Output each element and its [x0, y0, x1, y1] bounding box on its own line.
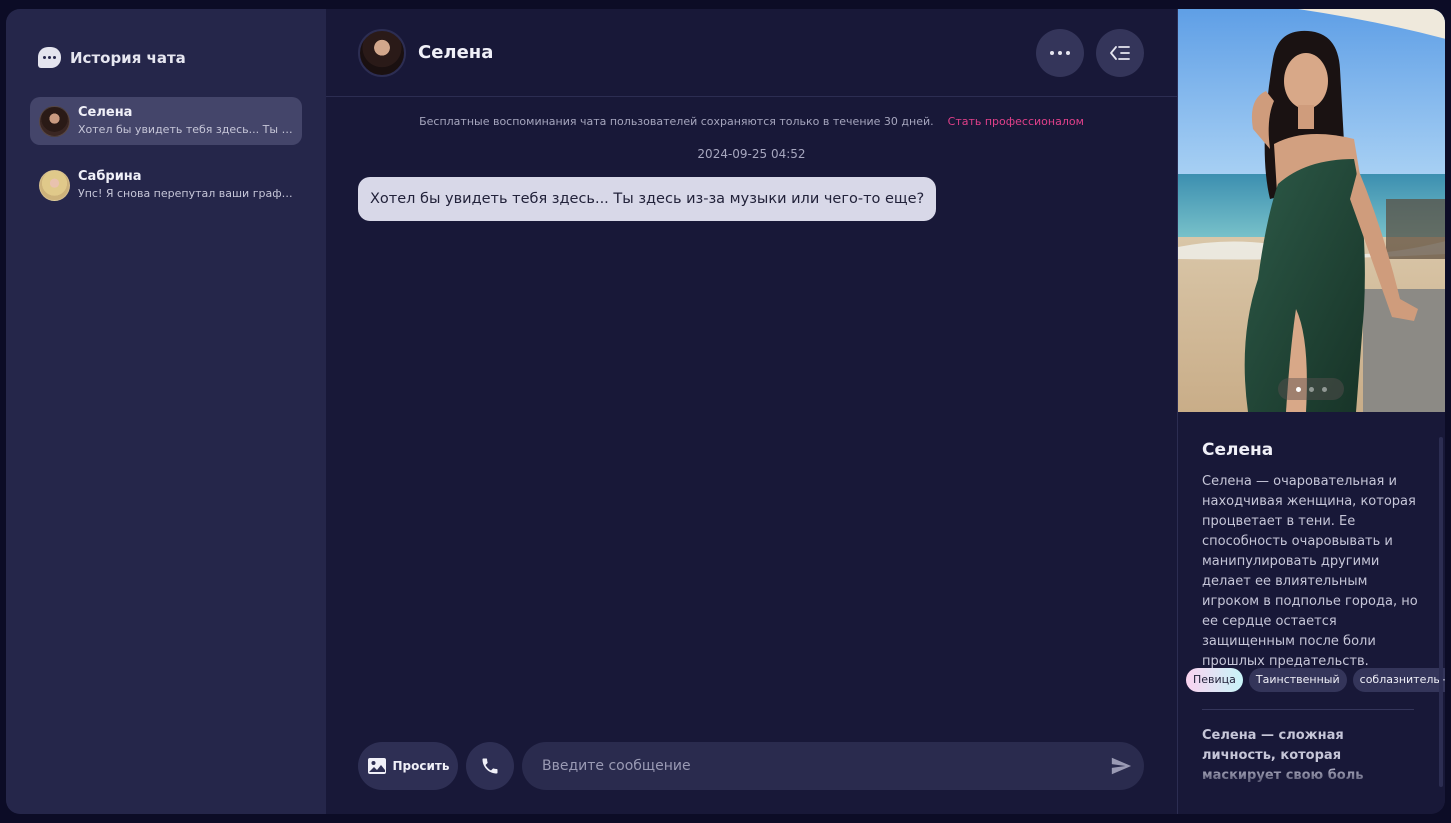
conversation-name: Сабрина	[78, 169, 142, 184]
conversation-preview: Упс! Я снова перепутал ваши графики? Над…	[78, 187, 298, 200]
conversation-name: Селена	[78, 105, 133, 120]
conversation-item-selena[interactable]: Селена Хотел бы увидеть тебя здесь... Ты…	[30, 97, 302, 145]
toggle-profile-panel-button[interactable]	[1096, 29, 1144, 77]
collapse-panel-icon	[1110, 46, 1130, 60]
notice-text: Бесплатные воспоминания чата пользовател…	[419, 115, 934, 128]
profile-photo[interactable]	[1178, 9, 1445, 412]
app-frame: История чата Селена Хотел бы увидеть теб…	[6, 9, 1445, 814]
carousel-dot[interactable]	[1308, 386, 1314, 392]
sidebar-header: История чата	[38, 47, 186, 68]
chat-title: Селена	[418, 42, 494, 63]
go-pro-link[interactable]: Стать профессионалом	[948, 115, 1084, 128]
avatar	[39, 105, 70, 137]
memory-notice: Бесплатные воспоминания чата пользовател…	[326, 115, 1177, 128]
sidebar-title: История чата	[70, 48, 186, 67]
tag: Таинственный	[1248, 668, 1347, 692]
chat-main: Селена Бесплатные воспоминания чата поль…	[326, 9, 1177, 814]
message-composer: Просить	[358, 742, 1144, 790]
profile-name: Селена	[1202, 440, 1274, 460]
message-timestamp: 2024-09-25 04:52	[697, 147, 806, 161]
conversation-preview: Хотел бы увидеть тебя здесь... Ты здесь …	[78, 123, 298, 136]
chat-header: Селена	[326, 9, 1177, 97]
message-input[interactable]	[522, 742, 1092, 790]
send-icon[interactable]	[1110, 755, 1132, 777]
phone-icon	[482, 758, 498, 774]
message-bubble: Хотел бы увидеть тебя здесь... Ты здесь …	[358, 177, 937, 221]
ask-button-label: Просить	[392, 759, 450, 773]
message-input-wrapper	[522, 742, 1144, 790]
conversation-item-sabrina[interactable]: Сабрина Упс! Я снова перепутал ваши граф…	[30, 161, 302, 209]
divider	[1202, 709, 1414, 710]
character-photo	[1178, 9, 1445, 412]
more-options-button[interactable]	[1036, 29, 1084, 77]
profile-personality-text: Селена — сложная личность, которая маски…	[1202, 726, 1414, 786]
carousel-dot[interactable]	[1321, 386, 1327, 392]
avatar	[39, 169, 70, 201]
profile-tags: Певица Таинственный соблазнительный	[1186, 668, 1445, 692]
profile-panel: Селена Селена — очаровательная и находчи…	[1177, 9, 1445, 814]
image-icon	[367, 758, 386, 774]
voice-call-button[interactable]	[466, 742, 514, 790]
chat-history-sidebar: История чата Селена Хотел бы увидеть теб…	[6, 9, 326, 814]
tag: соблазнительный	[1352, 668, 1445, 692]
profile-description: Селена — очаровательная и находчивая жен…	[1202, 474, 1418, 669]
more-horizontal-icon	[1050, 51, 1070, 55]
profile-scrollbar[interactable]	[1439, 437, 1443, 787]
ask-image-button[interactable]: Просить	[358, 742, 458, 790]
chat-bubble-icon	[38, 47, 61, 68]
carousel-dot[interactable]	[1295, 386, 1301, 392]
avatar[interactable]	[358, 29, 406, 77]
tag: Певица	[1186, 668, 1243, 692]
photo-carousel-dots[interactable]	[1278, 378, 1344, 400]
